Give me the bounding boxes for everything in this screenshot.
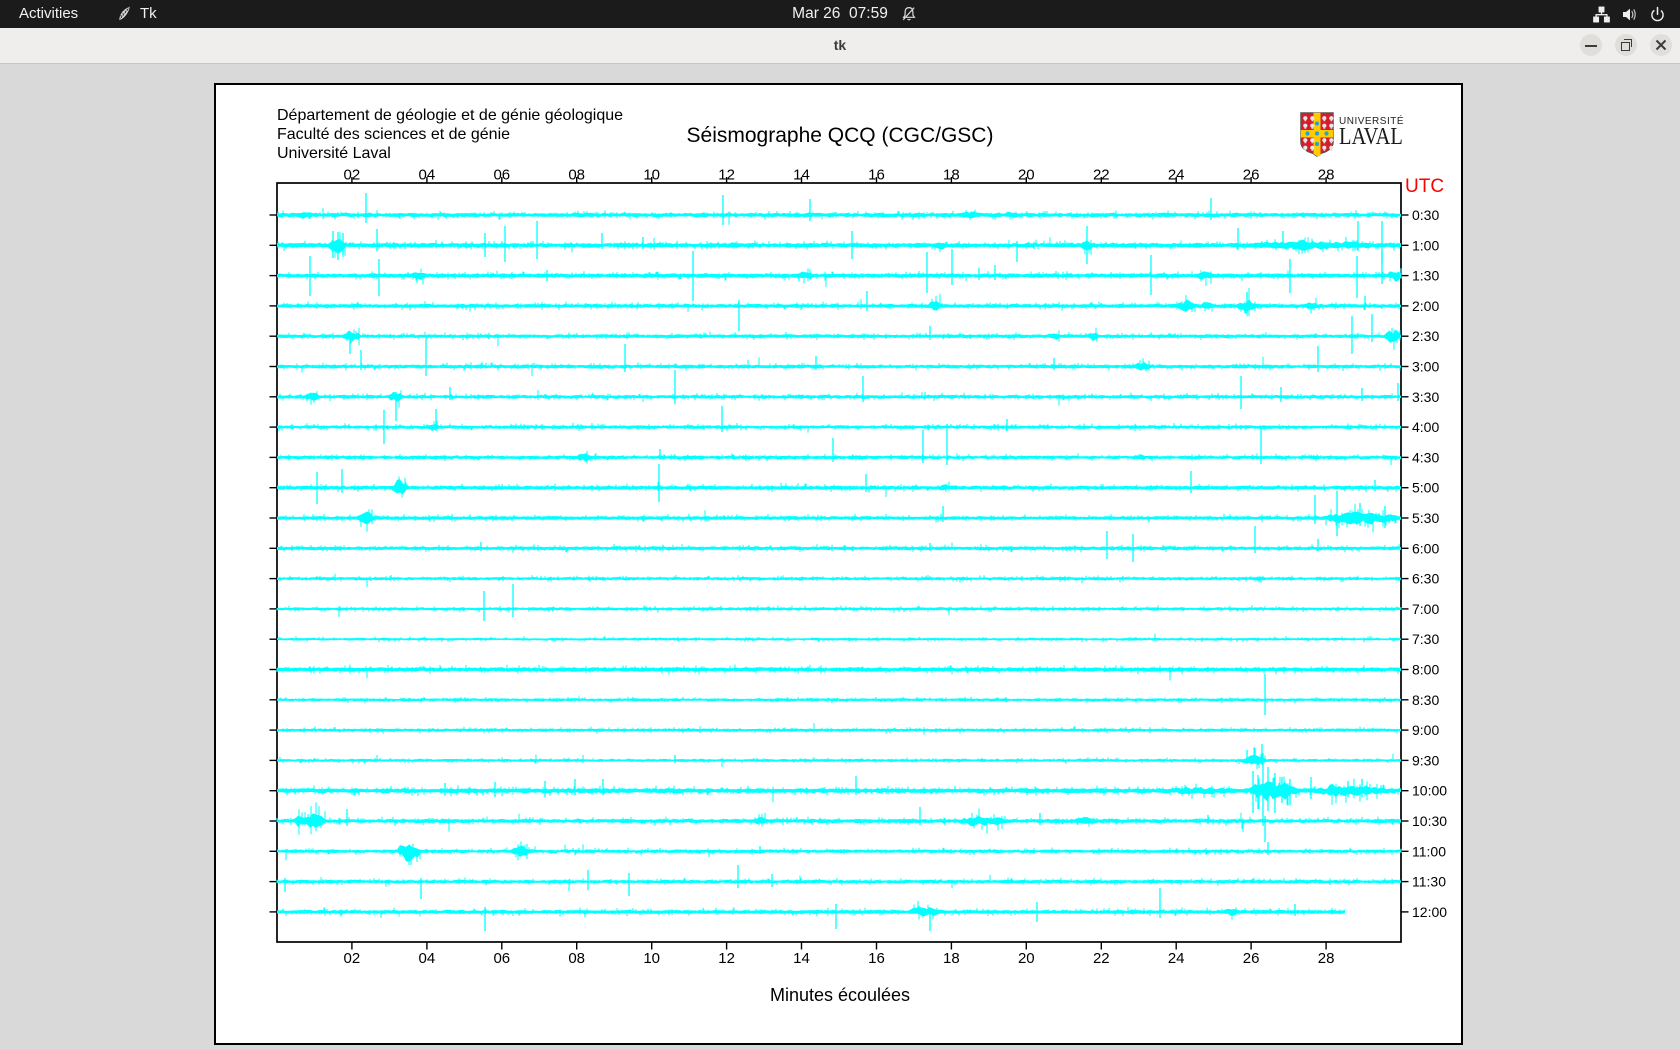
svg-text:16: 16	[868, 950, 885, 967]
svg-text:2:30: 2:30	[1412, 328, 1439, 344]
svg-text:11:30: 11:30	[1412, 874, 1446, 890]
svg-text:12:00: 12:00	[1412, 904, 1447, 920]
svg-text:9:30: 9:30	[1412, 752, 1439, 768]
svg-text:6:00: 6:00	[1412, 540, 1439, 556]
svg-text:5:00: 5:00	[1412, 480, 1439, 496]
svg-text:02: 02	[344, 167, 361, 184]
svg-text:28: 28	[1318, 950, 1335, 967]
svg-text:6:30: 6:30	[1412, 571, 1439, 587]
svg-text:8:00: 8:00	[1412, 662, 1439, 678]
svg-text:UTC: UTC	[1405, 176, 1444, 197]
svg-text:10:00: 10:00	[1412, 783, 1447, 799]
svg-text:2:00: 2:00	[1412, 298, 1439, 314]
svg-text:26: 26	[1243, 167, 1260, 184]
svg-text:8:30: 8:30	[1412, 692, 1439, 708]
svg-text:20: 20	[1018, 950, 1035, 967]
svg-text:3:00: 3:00	[1412, 359, 1439, 375]
svg-text:7:30: 7:30	[1412, 631, 1439, 647]
svg-text:11:00: 11:00	[1412, 843, 1446, 859]
svg-text:9:00: 9:00	[1412, 722, 1439, 738]
svg-text:1:00: 1:00	[1412, 237, 1439, 253]
svg-text:24: 24	[1168, 950, 1185, 967]
svg-text:10:30: 10:30	[1412, 813, 1447, 829]
svg-text:1:30: 1:30	[1412, 268, 1439, 284]
svg-text:04: 04	[419, 167, 436, 184]
svg-text:4:30: 4:30	[1412, 449, 1439, 465]
svg-text:4:00: 4:00	[1412, 419, 1439, 435]
svg-text:5:30: 5:30	[1412, 510, 1439, 526]
svg-text:14: 14	[793, 950, 810, 967]
svg-text:24: 24	[1168, 167, 1185, 184]
svg-text:08: 08	[568, 950, 585, 967]
svg-text:26: 26	[1243, 950, 1260, 967]
svg-text:12: 12	[718, 167, 735, 184]
svg-text:22: 22	[1093, 950, 1110, 967]
svg-text:10: 10	[643, 167, 660, 184]
svg-text:20: 20	[1018, 167, 1035, 184]
svg-text:3:30: 3:30	[1412, 389, 1439, 405]
svg-text:18: 18	[943, 167, 960, 184]
svg-text:06: 06	[493, 950, 510, 967]
svg-text:Minutes écoulées: Minutes écoulées	[770, 985, 910, 1005]
svg-text:10: 10	[643, 950, 660, 967]
svg-text:04: 04	[419, 950, 436, 967]
svg-text:08: 08	[568, 167, 585, 184]
svg-text:28: 28	[1318, 167, 1335, 184]
svg-text:06: 06	[493, 167, 510, 184]
svg-text:7:00: 7:00	[1412, 601, 1439, 617]
svg-text:0:30: 0:30	[1412, 207, 1439, 223]
svg-text:02: 02	[344, 950, 361, 967]
svg-text:18: 18	[943, 950, 960, 967]
svg-text:14: 14	[793, 167, 810, 184]
svg-text:16: 16	[868, 167, 885, 184]
svg-text:12: 12	[718, 950, 735, 967]
svg-text:22: 22	[1093, 167, 1110, 184]
